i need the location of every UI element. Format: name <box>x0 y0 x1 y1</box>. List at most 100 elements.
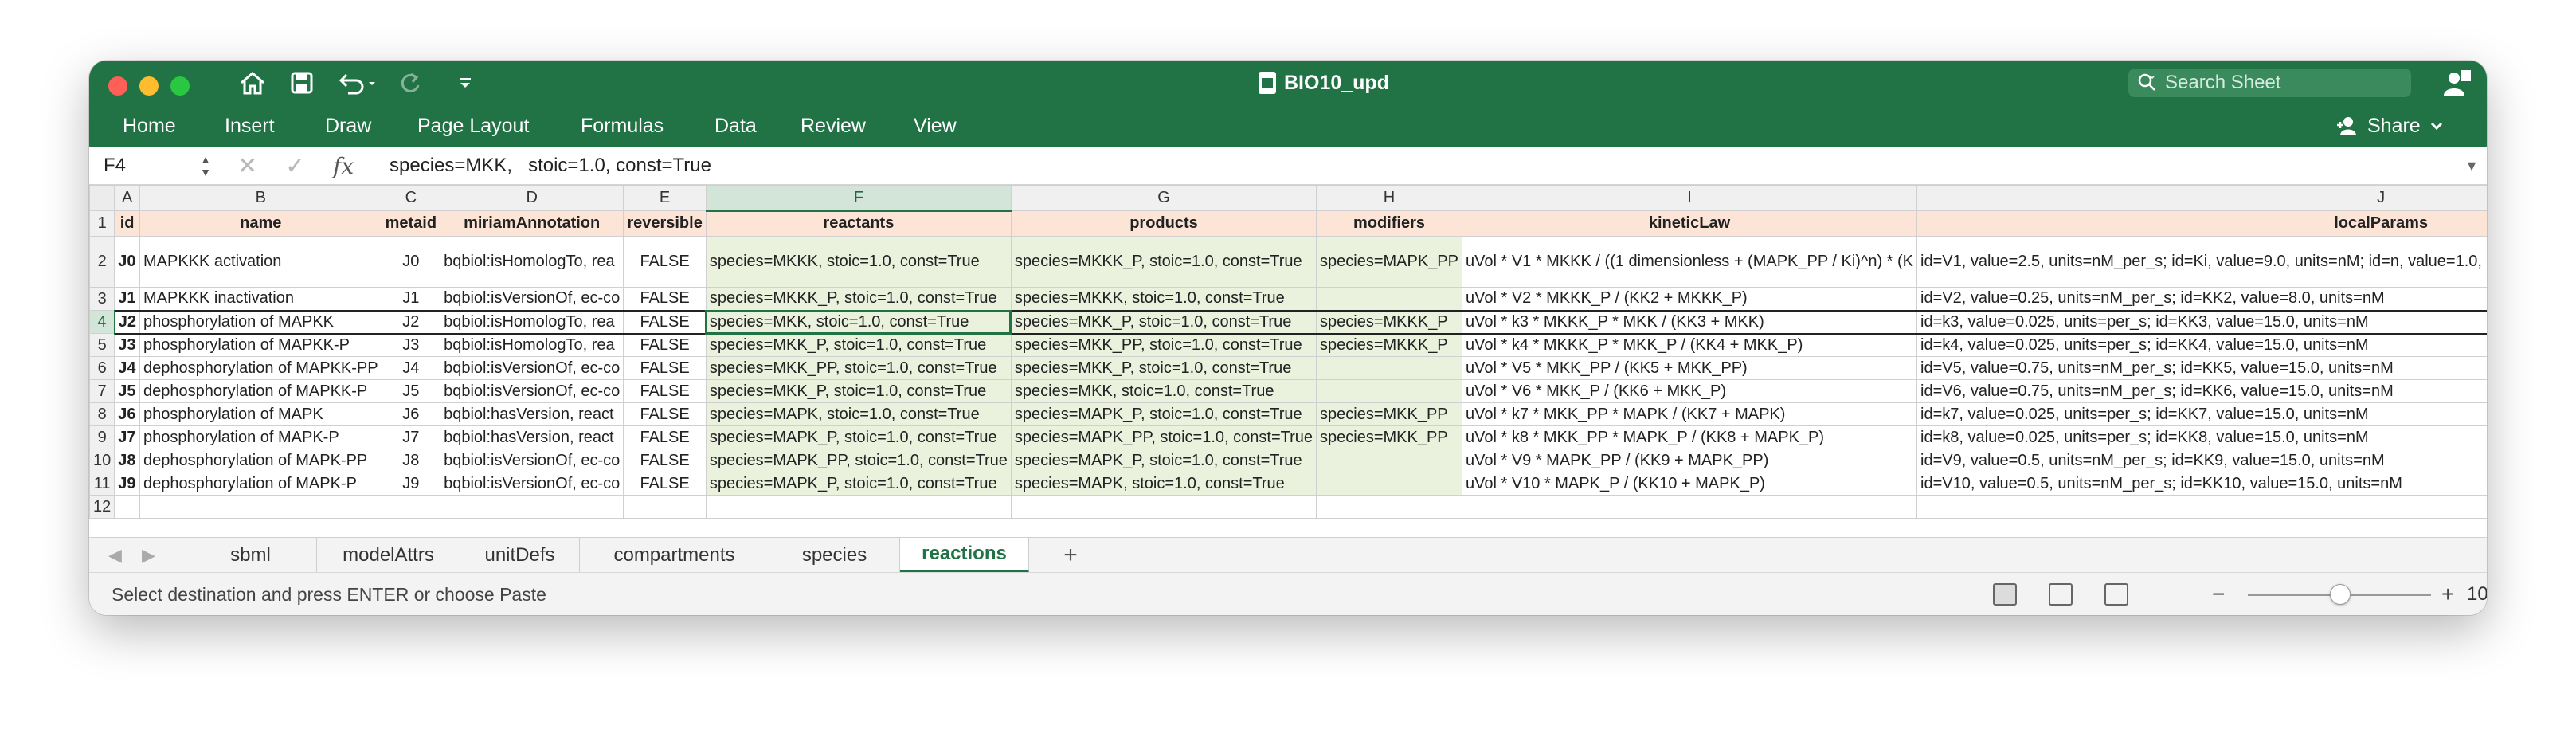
cell-products[interactable]: species=MKK_P, stoic=1.0, const=True <box>1010 309 1317 335</box>
empty-cell[interactable] <box>440 495 624 519</box>
cell-miriam-annotation[interactable]: bqbiol:isHomologTo, rea <box>440 309 624 335</box>
cell-id[interactable]: J9 <box>114 472 140 496</box>
cell-kinetic-law[interactable]: uVol * V9 * MAPK_PP / (KK9 + MAPK_PP) <box>1461 449 1918 472</box>
column-header[interactable]: E <box>623 185 707 211</box>
cell-modifiers[interactable]: species=MKKK_P <box>1316 309 1462 335</box>
cell-reversible[interactable]: FALSE <box>623 402 707 426</box>
cell-local-params[interactable]: id=V6, value=0.75, units=nM_per_s; id=KK… <box>1916 379 2487 403</box>
cell-kinetic-law[interactable]: uVol * k8 * MKK_PP * MAPK_P / (KK8 + MAP… <box>1461 425 1918 449</box>
cell-kinetic-law[interactable]: uVol * k3 * MKKK_P * MKK / (KK3 + MKK) <box>1461 309 1918 335</box>
cell-products[interactable]: species=MKK_P, stoic=1.0, const=True <box>1010 356 1317 380</box>
cell-name[interactable]: phosphorylation of MAPK <box>139 402 382 426</box>
row-header[interactable]: 5 <box>89 333 115 357</box>
account-icon[interactable] <box>2441 69 2472 97</box>
name-box[interactable]: F4 ▲ ▼ <box>89 147 221 185</box>
column-header[interactable]: B <box>139 185 382 211</box>
cell-name[interactable]: dephosphorylation of MAPK-P <box>139 472 382 496</box>
row-header[interactable]: 7 <box>89 379 115 403</box>
row-header[interactable]: 10 <box>89 449 115 472</box>
cell-metaid[interactable]: J0 <box>381 236 441 288</box>
cell-id[interactable]: J6 <box>114 402 140 426</box>
column-header[interactable]: I <box>1461 185 1918 211</box>
cell-reversible[interactable]: FALSE <box>623 356 707 380</box>
cell-products[interactable]: species=MKKK, stoic=1.0, const=True <box>1010 287 1317 311</box>
next-sheet-icon[interactable]: ▶ <box>142 538 155 573</box>
formula-input[interactable]: species=MKK, stoic=1.0, const=True <box>390 147 711 185</box>
cell-metaid[interactable]: J2 <box>381 309 441 335</box>
cell-name[interactable]: phosphorylation of MAPKK <box>139 309 382 335</box>
cell-reactants[interactable]: species=MKK, stoic=1.0, const=True <box>705 309 1012 335</box>
cell-reversible[interactable]: FALSE <box>623 379 707 403</box>
sheet-tab-species[interactable]: species <box>769 538 900 573</box>
cell-miriam-annotation[interactable]: bqbiol:isVersionOf, ec-co <box>440 379 624 403</box>
cell-local-params[interactable]: id=V10, value=0.5, units=nM_per_s; id=KK… <box>1916 472 2487 496</box>
column-header[interactable]: C <box>381 185 441 211</box>
cell-reactants[interactable]: species=MKK_P, stoic=1.0, const=True <box>705 379 1012 403</box>
cell-reversible[interactable]: FALSE <box>623 333 707 357</box>
tab-view[interactable]: View <box>914 105 957 147</box>
cell-metaid[interactable]: J3 <box>381 333 441 357</box>
cell-kinetic-law[interactable]: uVol * V5 * MKK_PP / (KK5 + MKK_PP) <box>1461 356 1918 380</box>
cell-reactants[interactable]: species=MKKK_P, stoic=1.0, const=True <box>705 287 1012 311</box>
cell-local-params[interactable]: id=k7, value=0.025, units=per_s; id=KK7,… <box>1916 402 2487 426</box>
cell-miriam-annotation[interactable]: bqbiol:isHomologTo, rea <box>440 236 624 288</box>
row-header[interactable]: 11 <box>89 472 115 496</box>
save-icon[interactable] <box>288 70 315 96</box>
cell-modifiers[interactable] <box>1316 287 1462 311</box>
cell-modifiers[interactable] <box>1316 472 1462 496</box>
cell-reversible[interactable]: FALSE <box>623 236 707 288</box>
cell-modifiers[interactable]: species=MKKK_P <box>1316 333 1462 357</box>
minimize-window-button[interactable] <box>139 76 159 96</box>
normal-view-icon[interactable] <box>1993 583 2017 606</box>
cell-metaid[interactable]: J7 <box>381 425 441 449</box>
empty-cell[interactable] <box>139 495 382 519</box>
cell-miriam-annotation[interactable]: bqbiol:isVersionOf, ec-co <box>440 356 624 380</box>
row-header[interactable]: 6 <box>89 356 115 380</box>
cell-modifiers[interactable] <box>1316 379 1462 403</box>
cell-metaid[interactable]: J4 <box>381 356 441 380</box>
cell-local-params[interactable]: id=V9, value=0.5, units=nM_per_s; id=KK9… <box>1916 449 2487 472</box>
tab-home[interactable]: Home <box>123 105 176 147</box>
cell-name[interactable]: phosphorylation of MAPK-P <box>139 425 382 449</box>
header-cell-miriam-annotation[interactable]: miriamAnnotation <box>440 210 624 237</box>
cell-products[interactable]: species=MAPK_PP, stoic=1.0, const=True <box>1010 425 1317 449</box>
header-cell-name[interactable]: name <box>139 210 382 237</box>
header-cell-products[interactable]: products <box>1010 210 1317 237</box>
previous-sheet-icon[interactable]: ◀ <box>108 538 122 573</box>
header-cell-local-params[interactable]: localParams <box>1916 210 2487 237</box>
cell-metaid[interactable]: J8 <box>381 449 441 472</box>
cell-name[interactable]: dephosphorylation of MAPKK-P <box>139 379 382 403</box>
cell-modifiers[interactable]: species=MKK_PP <box>1316 402 1462 426</box>
empty-cell[interactable] <box>705 495 1012 519</box>
cell-id[interactable]: J4 <box>114 356 140 380</box>
cell-local-params[interactable]: id=k8, value=0.025, units=per_s; id=KK8,… <box>1916 425 2487 449</box>
redo-icon[interactable] <box>397 70 424 96</box>
cell-reversible[interactable]: FALSE <box>623 449 707 472</box>
column-header[interactable]: A <box>114 185 140 211</box>
expand-formula-bar-icon[interactable]: ▼ <box>2464 147 2479 185</box>
row-header[interactable]: 8 <box>89 402 115 426</box>
sheet-tab-compartments[interactable]: compartments <box>580 538 769 573</box>
empty-cell[interactable] <box>623 495 707 519</box>
sheet-tab-reactions[interactable]: reactions <box>900 538 1029 573</box>
cell-products[interactable]: species=MKK, stoic=1.0, const=True <box>1010 379 1317 403</box>
select-all-corner[interactable] <box>89 185 115 211</box>
header-cell-reactants[interactable]: reactants <box>705 210 1012 237</box>
customize-toolbar-icon[interactable] <box>456 70 475 96</box>
column-header[interactable]: D <box>440 185 624 211</box>
cell-kinetic-law[interactable]: uVol * V10 * MAPK_P / (KK10 + MAPK_P) <box>1461 472 1918 496</box>
row-header[interactable]: 4 <box>89 310 115 334</box>
cell-kinetic-law[interactable]: uVol * V2 * MKKK_P / (KK2 + MKKK_P) <box>1461 287 1918 311</box>
cell-reversible[interactable]: FALSE <box>623 425 707 449</box>
cell-modifiers[interactable]: species=MKK_PP <box>1316 425 1462 449</box>
cell-reactants[interactable]: species=MKK_PP, stoic=1.0, const=True <box>705 356 1012 380</box>
cell-local-params[interactable]: id=k3, value=0.025, units=per_s; id=KK3,… <box>1916 309 2487 335</box>
row-header[interactable]: 12 <box>89 495 115 519</box>
cell-miriam-annotation[interactable]: bqbiol:isVersionOf, ec-co <box>440 449 624 472</box>
page-layout-view-icon[interactable] <box>2049 583 2073 606</box>
page-break-view-icon[interactable] <box>2104 583 2128 606</box>
sheet-tab-unitdefs[interactable]: unitDefs <box>460 538 580 573</box>
cell-modifiers[interactable] <box>1316 356 1462 380</box>
cell-local-params[interactable]: id=V1, value=2.5, units=nM_per_s; id=Ki,… <box>1916 236 2487 288</box>
header-cell-modifiers[interactable]: modifiers <box>1316 210 1462 237</box>
